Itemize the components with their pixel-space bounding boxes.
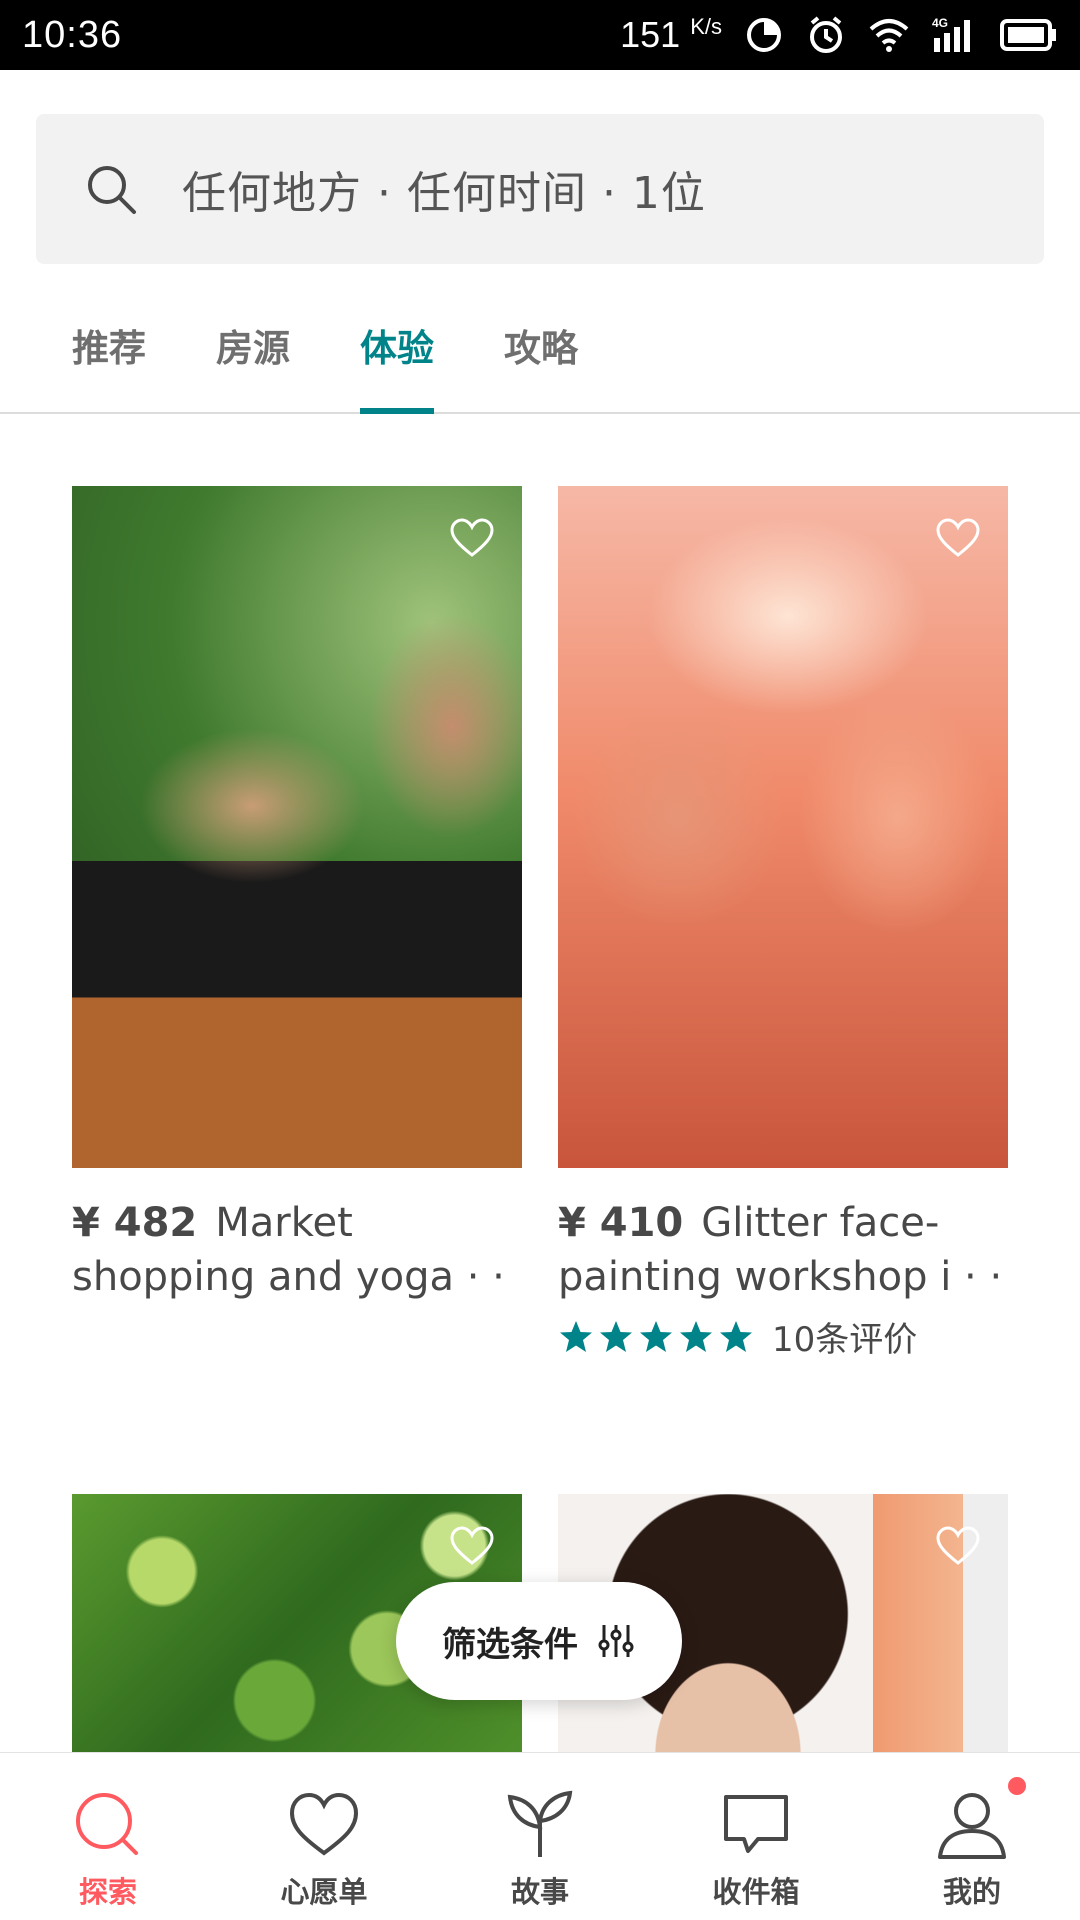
- nav-explore[interactable]: 探索: [0, 1753, 216, 1920]
- tab-homes[interactable]: 房源: [216, 318, 290, 414]
- status-icons: 151 K/s 4G: [620, 14, 1058, 56]
- category-tabs: 推荐 房源 体验 攻略: [0, 292, 1080, 414]
- search-icon: [88, 166, 136, 214]
- star-icon: [640, 1320, 672, 1352]
- star-icon: [560, 1320, 592, 1352]
- nav-profile[interactable]: 我的: [864, 1753, 1080, 1920]
- star-rating: [558, 1319, 754, 1355]
- experience-card[interactable]: ¥ 410 Glitter face-painting workshop i · …: [558, 486, 1008, 1361]
- network-speed: 151 K/s: [620, 14, 722, 56]
- nav-label: 探索: [78, 1875, 137, 1909]
- sprout-icon: [507, 1790, 573, 1857]
- nav-stories[interactable]: 故事: [432, 1753, 648, 1920]
- experience-title: ¥ 410 Glitter face-painting workshop i · …: [558, 1196, 1008, 1304]
- face-painting-photo[interactable]: [558, 486, 1008, 1168]
- battery-icon: [1000, 19, 1056, 51]
- network-speed-value: 151: [620, 14, 681, 55]
- status-bar: 10:36 151 K/s 4G: [0, 0, 1080, 70]
- search-summary: 任何地方 · 任何时间 · 1位: [182, 168, 706, 219]
- 4g-signal-icon: 4G: [932, 16, 970, 52]
- star-icon: [720, 1320, 752, 1352]
- heart-icon[interactable]: [936, 518, 980, 558]
- review-count: 10条评价: [772, 1320, 918, 1360]
- rating-row: 10条评价: [558, 1312, 1008, 1361]
- sliders-icon: [598, 1625, 634, 1657]
- nav-label: 收件箱: [712, 1875, 800, 1909]
- heart-icon[interactable]: [936, 1526, 980, 1566]
- explore-screen: 10:36 151 K/s 4G 任何地方 · 任何时间 · 1位 推荐 房源 …: [0, 0, 1080, 1920]
- filter-label: 筛选条件: [442, 1624, 578, 1665]
- experience-price: ¥ 410: [558, 1200, 684, 1246]
- nav-label: 心愿单: [280, 1875, 368, 1909]
- status-time: 10:36: [22, 13, 123, 56]
- svg-text:4G: 4G: [932, 16, 948, 30]
- network-speed-unit: K/s: [690, 14, 722, 39]
- tab-guides[interactable]: 攻略: [504, 318, 578, 414]
- notification-dot: [1008, 1777, 1026, 1795]
- experience-card[interactable]: ¥ 482 Market shopping and yoga · ·: [72, 486, 522, 1304]
- filter-button[interactable]: 筛选条件: [396, 1582, 682, 1700]
- tab-recommended[interactable]: 推荐: [72, 318, 146, 414]
- star-icon: [680, 1320, 712, 1352]
- data-saver-icon: [747, 18, 781, 52]
- heart-icon: [289, 1792, 359, 1856]
- bottom-nav: 探索 心愿单 故事 收件箱 我的: [0, 1752, 1080, 1920]
- nav-inbox[interactable]: 收件箱: [648, 1753, 864, 1920]
- chat-bubble-icon: [724, 1795, 788, 1853]
- yoga-photo[interactable]: [72, 486, 522, 1168]
- heart-icon[interactable]: [450, 518, 494, 558]
- nav-label: 故事: [510, 1875, 569, 1909]
- profile-icon: [938, 1793, 1006, 1859]
- search-bar[interactable]: 任何地方 · 任何时间 · 1位: [36, 114, 1044, 264]
- nav-label: 我的: [942, 1875, 1001, 1909]
- nav-wishlist[interactable]: 心愿单: [216, 1753, 432, 1920]
- tab-experiences[interactable]: 体验: [360, 318, 434, 414]
- experience-title: ¥ 482 Market shopping and yoga · ·: [72, 1196, 522, 1304]
- star-icon: [600, 1320, 632, 1352]
- experience-price: ¥ 482: [72, 1200, 198, 1246]
- heart-icon[interactable]: [450, 1526, 494, 1566]
- wifi-icon: [869, 19, 909, 52]
- alarm-icon: [810, 16, 842, 53]
- search-icon: [76, 1793, 138, 1855]
